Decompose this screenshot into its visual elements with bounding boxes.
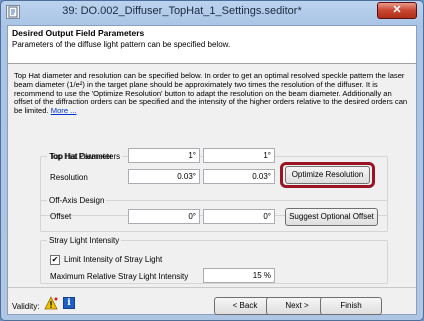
window-title: 39: DO.002_Diffuser_TopHat_1_Settings.se… bbox=[62, 5, 302, 17]
diameter-x-input[interactable]: 1° bbox=[128, 148, 200, 163]
warning-icon[interactable] bbox=[44, 296, 58, 310]
more-link[interactable]: More ... bbox=[51, 106, 77, 115]
stray-light-legend: Stray Light Intensity bbox=[49, 236, 120, 245]
diameter-y-input[interactable]: 1° bbox=[203, 148, 275, 163]
resolution-y-input[interactable]: 0.03° bbox=[203, 169, 275, 184]
close-button[interactable]: ✕ bbox=[377, 2, 417, 19]
next-button[interactable]: Next > bbox=[266, 297, 328, 315]
editor-window: 39: DO.002_Diffuser_TopHat_1_Settings.se… bbox=[0, 0, 424, 321]
optimize-resolution-button[interactable]: Optimize Resolution bbox=[285, 166, 370, 184]
offset-y-input[interactable]: 0° bbox=[203, 209, 275, 224]
footer-separator bbox=[8, 287, 416, 288]
page-header: Desired Output Field Parameters Paramete… bbox=[8, 26, 416, 64]
limit-stray-light-checkbox[interactable]: ✔ bbox=[50, 255, 60, 265]
title-bar[interactable]: 39: DO.002_Diffuser_TopHat_1_Settings.se… bbox=[1, 1, 423, 25]
validity-label: Validity: bbox=[12, 302, 40, 311]
top-hat-diameter-label: Top Hat Diameter bbox=[50, 152, 113, 161]
offset-label: Offset bbox=[50, 212, 72, 221]
limit-stray-light-label: Limit Intensity of Stray Light bbox=[64, 255, 163, 264]
client-area: Desired Output Field Parameters Paramete… bbox=[7, 25, 417, 315]
max-stray-light-input[interactable]: 15 % bbox=[203, 268, 275, 283]
offset-x-input[interactable]: 0° bbox=[128, 209, 200, 224]
info-icon[interactable]: i bbox=[63, 297, 75, 309]
suggest-offset-button[interactable]: Suggest Optional Offset bbox=[285, 208, 378, 226]
page-title: Desired Output Field Parameters bbox=[12, 28, 145, 38]
max-stray-light-label: Maximum Relative Stray Light Intensity bbox=[50, 272, 189, 281]
description: Top Hat diameter and resolution can be s… bbox=[14, 71, 412, 116]
resolution-x-input[interactable]: 0.03° bbox=[128, 169, 200, 184]
finish-button[interactable]: Finish bbox=[320, 297, 382, 315]
resolution-label: Resolution bbox=[50, 173, 88, 182]
page-subtitle: Parameters of the diffuse light pattern … bbox=[12, 40, 231, 49]
off-axis-legend: Off-Axis Design bbox=[49, 196, 105, 205]
